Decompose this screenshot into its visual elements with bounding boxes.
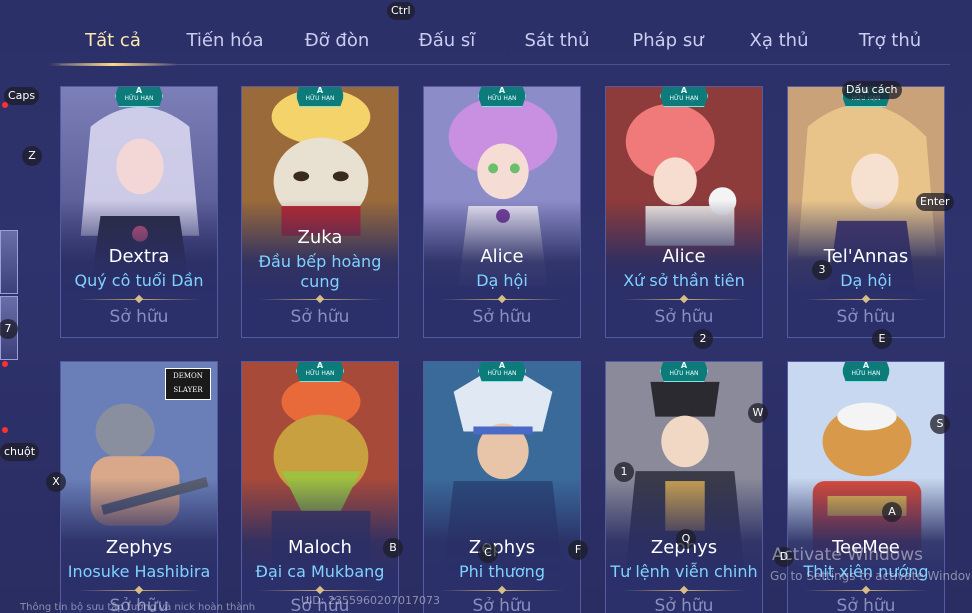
skin-card[interactable]: AHỮU HẠN Tel'Annas Dạ hội Sở hữu — [787, 86, 945, 338]
limited-badge: AHỮU HẠN — [296, 87, 344, 107]
key-hint-z: Z — [22, 146, 42, 166]
key-hint-1: 1 — [614, 462, 634, 482]
key-hint-c: C — [478, 543, 498, 563]
key-hint-a: A — [882, 502, 902, 522]
hero-name: Tel'Annas — [823, 246, 909, 267]
key-hint-ctrl: Ctrl — [387, 2, 415, 20]
side-slot[interactable] — [0, 230, 18, 294]
limited-badge: AHỮU HẠN — [478, 87, 526, 107]
key-hint-b: B — [383, 538, 403, 558]
limited-badge: AHỮU HẠN — [478, 362, 526, 382]
skin-card[interactable]: A HỮU HẠN Dextra Quý cô tuổi Dần Sở hữu — [60, 86, 218, 338]
owned-status: Sở hữu — [836, 596, 896, 613]
skin-name: Xứ sở thần tiên — [623, 271, 745, 290]
key-hint-e: E — [872, 329, 892, 349]
skin-name: Dạ hội — [476, 271, 528, 290]
skin-card[interactable]: A HỮU HẠN Alice Xứ sở thần tiên Sở hữu — [605, 86, 763, 338]
owned-status: Sở hữu — [472, 307, 532, 327]
key-hint-3: 3 — [812, 260, 832, 280]
hero-name: Alice — [480, 246, 524, 267]
limited-badge: AHỮU HẠN — [660, 362, 708, 382]
category-tabs: Tất cả Tiến hóa Đỡ đòn Đấu sĩ Sát thủ Ph… — [48, 22, 950, 66]
limited-badge: AHỮU HẠN — [842, 362, 890, 382]
key-hint-s: S — [930, 414, 950, 434]
limited-badge: AHỮU HẠN — [115, 87, 163, 107]
skin-name: Quý cô tuổi Dần — [74, 271, 204, 290]
key-hint-q: Q — [676, 529, 696, 549]
tab-support[interactable]: Trợ thủ — [845, 30, 935, 60]
hero-name: Zuka — [297, 227, 343, 248]
owned-status: Sở hữu — [109, 307, 169, 327]
bottom-caption: Thông tin bộ sưu tập tướng và nick hoàn … — [20, 602, 256, 613]
skin-name: Inosuke Hashibira — [67, 562, 211, 581]
skin-name: Đầu bếp hoàng cung — [258, 252, 382, 291]
hero-name: Alice — [662, 246, 706, 267]
key-hint-space: Dấu cách — [842, 81, 902, 99]
skin-card[interactable]: AHỮU HẠN Zephys Tư lệnh viễn chinh Sở hữ… — [605, 361, 763, 613]
skin-card[interactable]: A HỮU HẠN Zephys Phi thương Sở hữu — [423, 361, 581, 613]
hero-skin-collection-screen: Tất cả Tiến hóa Đỡ đòn Đấu sĩ Sát thủ Ph… — [0, 0, 972, 613]
key-hint-f: F — [568, 540, 588, 560]
tab-evolution[interactable]: Tiến hóa — [180, 30, 270, 60]
key-hint-w: W — [748, 403, 768, 423]
activate-windows-subtitle: Go to Settings to activate Windows. — [770, 569, 970, 583]
owned-status: Sở hữu — [472, 596, 532, 613]
skin-name: Phi thương — [459, 562, 545, 581]
skin-card[interactable]: DEMON SLAYER Zephys Inosuke Hashibira Sở… — [60, 361, 218, 613]
tab-marksman[interactable]: Xạ thủ — [734, 30, 824, 60]
skin-card[interactable]: A HỮU HẠN Maloch Đại ca Mukbang Sở hữu — [241, 361, 399, 613]
tab-mage[interactable]: Pháp sư — [623, 30, 713, 60]
skin-card[interactable]: A HỮU HẠN Zuka Đầu bếp hoàng cung Sở hữu — [241, 86, 399, 338]
skin-name: Đại ca Mukbang — [255, 562, 385, 581]
owned-status: Sở hữu — [654, 307, 714, 327]
activate-windows-title: Activate Windows — [772, 545, 923, 565]
key-hint-enter: Enter — [916, 193, 954, 211]
limited-badge: AHỮU HẠN — [296, 362, 344, 382]
key-hint-mouse: chuột — [0, 443, 40, 461]
key-hint-caps: Caps — [4, 87, 40, 105]
hero-name: Zephys — [105, 537, 173, 558]
hero-name: Maloch — [288, 537, 352, 558]
uid-watermark: UID: 2355960207017073 — [301, 594, 440, 607]
hero-name: Dextra — [108, 246, 170, 267]
tab-fighter[interactable]: Đấu sĩ — [402, 30, 492, 60]
hero-name: Zephys — [468, 537, 536, 558]
key-hint-2: 2 — [693, 329, 713, 349]
demon-slayer-logo: DEMON SLAYER — [165, 368, 211, 400]
key-hint-x: X — [46, 472, 66, 492]
skin-card[interactable]: A HỮU HẠN Alice Dạ hội Sở hữu — [423, 86, 581, 338]
skin-name: Tư lệnh viễn chinh — [610, 562, 758, 581]
owned-status: Sở hữu — [290, 307, 350, 327]
tab-all[interactable]: Tất cả — [48, 30, 178, 66]
tab-assassin[interactable]: Sát thủ — [512, 30, 602, 60]
owned-status: Sở hữu — [836, 307, 896, 327]
tab-tank[interactable]: Đỡ đòn — [292, 30, 382, 60]
owned-status: Sở hữu — [654, 596, 714, 613]
limited-badge: AHỮU HẠN — [660, 87, 708, 107]
